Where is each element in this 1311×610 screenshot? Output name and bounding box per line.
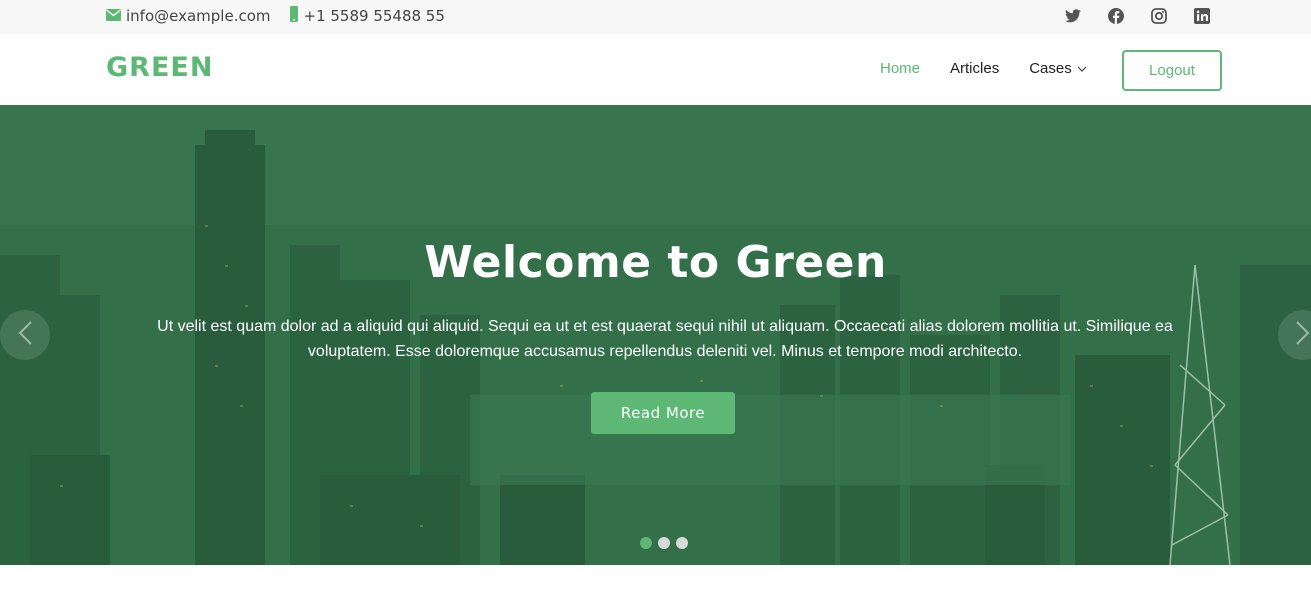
twitter-icon[interactable] — [1064, 7, 1082, 25]
phone-contact[interactable]: +1 5589 55488 55 — [289, 6, 445, 26]
logo[interactable]: GREEN — [106, 52, 213, 83]
chevron-left-icon — [17, 320, 33, 350]
chevron-right-icon — [1295, 320, 1311, 350]
carousel-indicator-2[interactable] — [658, 537, 670, 549]
hero-description: Ut velit est quam dolor ad a aliquid qui… — [157, 318, 1173, 360]
carousel-indicator-1[interactable] — [640, 537, 652, 549]
phone-text: +1 5589 55488 55 — [303, 7, 445, 25]
nav-item-label: Cases — [1029, 60, 1072, 77]
instagram-icon[interactable] — [1150, 7, 1168, 25]
carousel-indicator-3[interactable] — [676, 537, 688, 549]
facebook-icon[interactable] — [1107, 7, 1125, 25]
email-text: info@example.com — [126, 7, 271, 25]
carousel-indicators — [640, 537, 694, 549]
hero-carousel: Welcome to Green Ut velit est quam dolor… — [0, 105, 1311, 565]
nav-item-label: Home — [880, 60, 921, 77]
nav-item-home[interactable]: Home — [880, 60, 920, 77]
nav-item-articles[interactable]: Articles — [950, 60, 999, 77]
logout-button[interactable]: Logout — [1122, 50, 1222, 91]
carousel-prev-button[interactable] — [0, 310, 50, 360]
envelope-icon — [106, 7, 126, 25]
contact-info: info@example.com +1 5589 55488 55 — [106, 6, 463, 26]
main-nav: Home Articles Cases — [880, 60, 1117, 77]
social-links — [1039, 7, 1211, 25]
linkedin-icon[interactable] — [1193, 7, 1211, 25]
top-bar: info@example.com +1 5589 55488 55 — [0, 0, 1311, 34]
site-header: GREEN Home Articles Cases Logout — [0, 34, 1311, 105]
phone-icon — [289, 6, 304, 26]
chevron-down-icon — [1072, 60, 1087, 77]
nav-item-label: Articles — [950, 60, 1000, 77]
hero-title: Welcome to Green — [424, 237, 887, 288]
email-contact[interactable]: info@example.com — [106, 7, 271, 25]
nav-item-cases[interactable]: Cases — [1029, 60, 1087, 77]
read-more-button[interactable]: Read More — [591, 392, 735, 434]
